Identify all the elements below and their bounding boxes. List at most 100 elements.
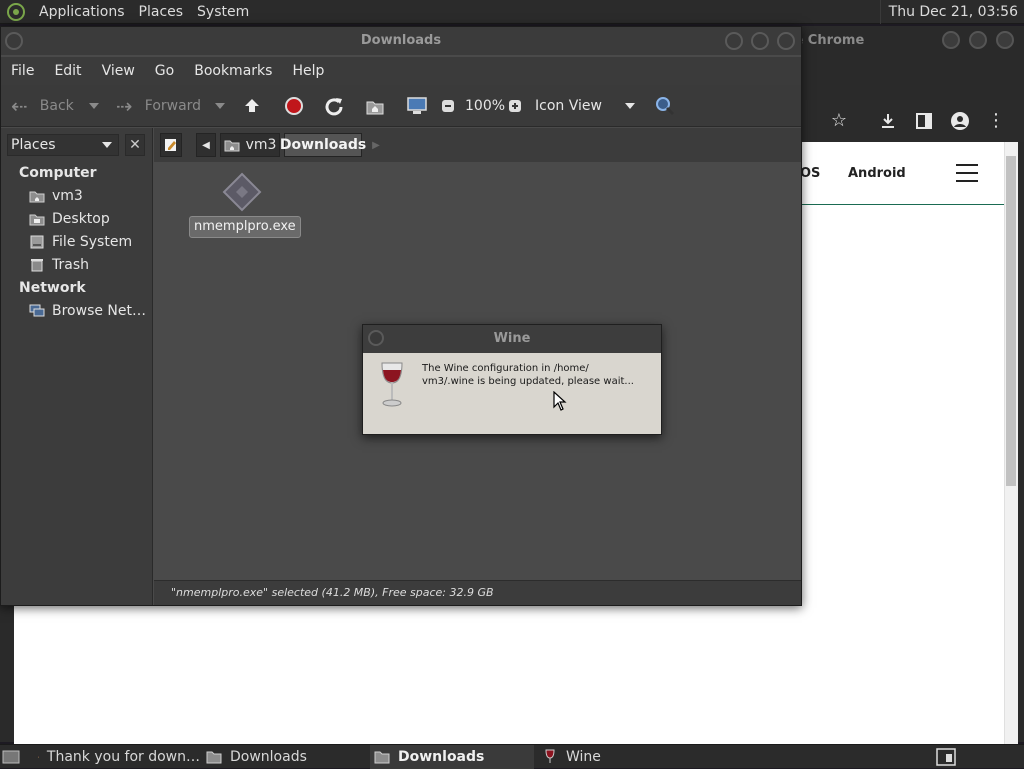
file-item[interactable] (222, 172, 262, 212)
toolbar: ⇠ Back ⇢ Forward 100% I (1, 85, 801, 127)
show-desktop-button[interactable] (2, 745, 26, 769)
taskbar-item-downloads-2[interactable]: Downloads (370, 745, 534, 769)
close-icon[interactable] (996, 31, 1014, 49)
breadcrumb-scroll-left[interactable]: ◀ (196, 133, 216, 157)
home-folder-icon (365, 97, 385, 115)
sidebar-item-browse-network[interactable]: Browse Net… (29, 301, 146, 321)
edit-icon (164, 138, 178, 152)
sidebar-item-desktop[interactable]: Desktop (29, 209, 110, 229)
reload-icon (324, 96, 344, 116)
dialog-title[interactable]: Wine (363, 325, 661, 353)
breadcrumb-scroll-right[interactable]: ▶ (366, 133, 386, 157)
profile-avatar-icon[interactable] (948, 109, 972, 133)
chevron-left-icon: ◀ (202, 140, 210, 151)
bookmark-star-icon[interactable]: ☆ (827, 109, 851, 133)
stop-button[interactable] (284, 85, 304, 127)
home-folder-icon (29, 189, 45, 203)
taskbar-item-downloads-1[interactable]: Downloads (206, 745, 366, 769)
maximize-icon[interactable] (751, 32, 769, 50)
zoom-out-icon (441, 99, 455, 113)
breadcrumb-vm3[interactable]: vm3 (220, 133, 280, 157)
vertical-scrollbar-thumb[interactable] (1006, 156, 1016, 486)
zoom-level[interactable]: 100% (465, 85, 505, 127)
maximize-icon[interactable] (969, 31, 987, 49)
download-icon[interactable] (876, 109, 900, 133)
window-menu-icon[interactable] (368, 330, 384, 346)
sidebar-item-file-system[interactable]: File System (29, 232, 132, 252)
side-pane-selector[interactable]: Places (7, 134, 119, 156)
menu-file[interactable]: File (1, 63, 44, 79)
view-mode-label: Icon View (535, 98, 602, 114)
workspace-icon (936, 748, 956, 766)
workspace-switcher[interactable] (936, 745, 958, 769)
folder-icon (374, 749, 390, 765)
clock[interactable]: Thu Dec 21, 03:56 (880, 0, 1024, 24)
nav-link-ios[interactable]: OS (800, 166, 820, 181)
menu-edit[interactable]: Edit (44, 63, 91, 79)
zoom-out-button[interactable] (441, 85, 455, 127)
side-panel-icon[interactable] (912, 109, 936, 133)
menu-view[interactable]: View (92, 63, 145, 79)
zoom-in-icon (508, 99, 522, 113)
computer-button[interactable] (406, 85, 428, 127)
sidebar-item-vm3[interactable]: vm3 (29, 186, 83, 206)
desktop-folder-icon (29, 212, 45, 226)
home-button[interactable] (365, 85, 385, 127)
menu-help[interactable]: Help (282, 63, 334, 79)
menu-system[interactable]: System (190, 4, 256, 20)
view-mode-dropdown[interactable] (625, 85, 635, 127)
forward-history-dropdown[interactable] (215, 85, 225, 127)
hamburger-menu-icon[interactable] (956, 164, 978, 184)
taskbar-item-chrome[interactable]: Thank you for down… (38, 745, 200, 769)
window-menu-icon[interactable] (5, 32, 23, 50)
back-arrow-icon: ⇠ (11, 94, 28, 118)
back-history-dropdown[interactable] (89, 85, 99, 127)
location-bar: ◀ vm3 Downloads ▶ (154, 128, 801, 162)
menu-bookmarks[interactable]: Bookmarks (184, 63, 282, 79)
minimize-icon[interactable] (942, 31, 960, 49)
more-menu-icon[interactable]: ⋮ (984, 109, 1008, 133)
back-button[interactable]: ⇠ Back (11, 85, 74, 127)
menu-places[interactable]: Places (132, 4, 191, 20)
nav-divider (802, 204, 1004, 205)
section-computer: Computer (19, 165, 97, 181)
close-icon[interactable] (777, 32, 795, 50)
chrome-icon (38, 749, 39, 765)
show-desktop-icon (2, 749, 20, 765)
close-side-pane-button[interactable]: ✕ (125, 134, 145, 156)
reload-button[interactable] (324, 85, 344, 127)
dialog-message: The Wine configuration in /home/ vm3/.wi… (422, 362, 652, 388)
status-bar: "nmemplpro.exe" selected (41.2 MB), Free… (154, 580, 801, 605)
breadcrumb-downloads[interactable]: Downloads (284, 133, 362, 157)
wine-glass-icon (379, 361, 405, 413)
search-button[interactable] (653, 85, 675, 127)
executable-file-icon (222, 172, 262, 212)
forward-arrow-icon: ⇢ (116, 94, 133, 118)
minimize-icon[interactable] (725, 32, 743, 50)
distro-logo-icon[interactable] (6, 2, 26, 22)
file-name-label[interactable]: nmemplpro.exe (189, 216, 301, 238)
forward-label: Forward (145, 98, 201, 114)
wine-glass-icon (542, 749, 558, 765)
menubar: File Edit View Go Bookmarks Help (1, 57, 801, 85)
nav-link-android[interactable]: Android (848, 166, 906, 181)
mouse-cursor-icon (553, 391, 567, 415)
titlebar[interactable]: Downloads (1, 27, 801, 55)
top-panel: Applications Places System Thu Dec 21, 0… (0, 0, 1024, 24)
side-pane: Places ✕ Computer vm3 Desktop File Syste… (1, 128, 153, 605)
taskbar-item-wine[interactable]: Wine (542, 745, 662, 769)
up-button[interactable] (242, 85, 262, 127)
toggle-location-entry-button[interactable] (160, 133, 182, 157)
zoom-in-button[interactable] (508, 85, 522, 127)
trash-icon (29, 258, 45, 272)
sidebar-item-trash[interactable]: Trash (29, 255, 89, 275)
forward-button[interactable]: ⇢ Forward (116, 85, 201, 127)
view-mode-select[interactable]: Icon View (535, 85, 602, 127)
file-manager-window: Downloads File Edit View Go Bookmarks He… (0, 26, 802, 606)
home-folder-icon (224, 138, 240, 152)
chevron-down-icon (102, 142, 112, 148)
network-icon (29, 304, 45, 318)
menu-applications[interactable]: Applications (32, 4, 132, 20)
wine-dialog: Wine The Wine configuration in /home/ vm… (362, 324, 662, 435)
menu-go[interactable]: Go (145, 63, 184, 79)
